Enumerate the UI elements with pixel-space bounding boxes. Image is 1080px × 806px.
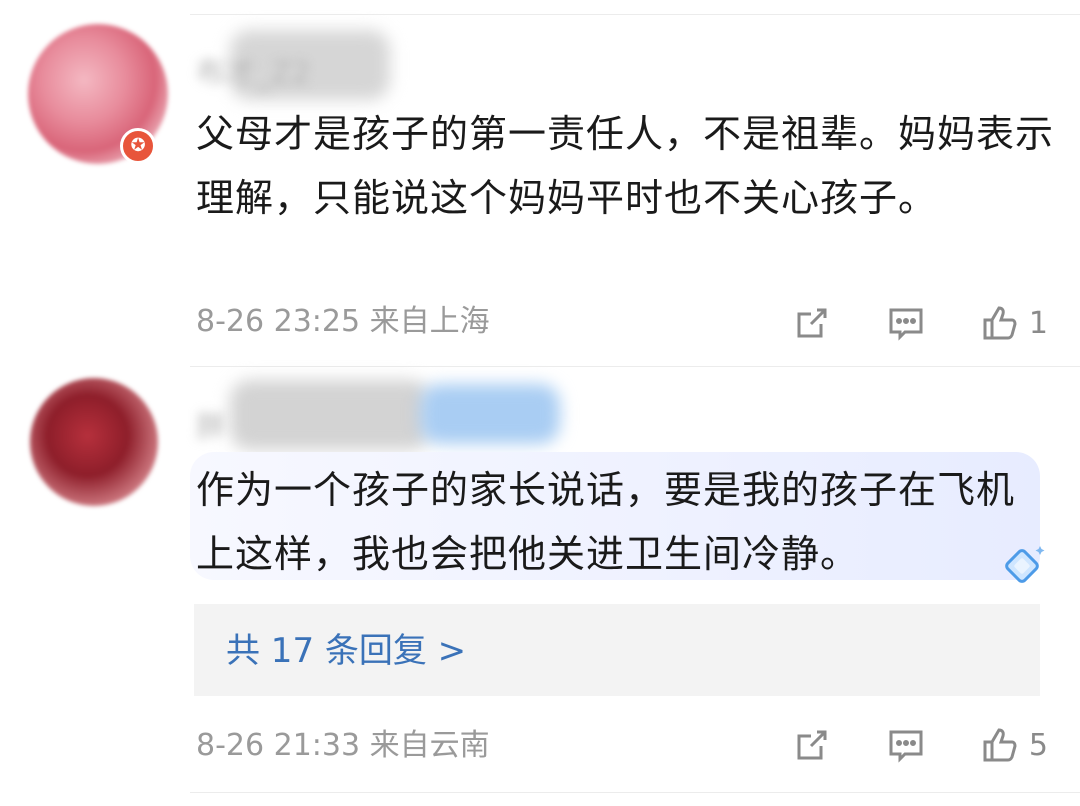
diamond-icon xyxy=(1005,546,1045,583)
comment-date: 8-26 23:25 xyxy=(196,304,361,339)
like-icon xyxy=(983,306,1017,340)
username[interactable]: 布才_Z2 xyxy=(196,48,311,92)
comment-text: 父母才是孩子的第一责任人，不是祖辈。妈妈表示理解，只能说这个妈妈平时也不关心孩子… xyxy=(196,112,1055,220)
comment-location: 来自上海 xyxy=(369,304,490,339)
divider xyxy=(190,792,1080,793)
share-icon xyxy=(797,308,827,338)
like-icon xyxy=(983,728,1017,762)
comment-button[interactable] xyxy=(885,302,927,344)
share-button[interactable] xyxy=(791,302,833,344)
comment-card: ✪ 布才_Z2 父母才是孩子的第一责任人，不是祖辈。妈妈表示理解，只能说这个妈妈… xyxy=(0,0,1080,366)
like-count: 1 xyxy=(1028,305,1048,341)
comment-text: 作为一个孩子的家长说话，要是我的孩子在飞机上这样，我也会把他关进卫生间冷静。 xyxy=(196,468,1016,576)
comment-meta: 8-26 23:25 来自上海 xyxy=(196,302,490,342)
view-replies-link[interactable]: 共 17 条回复 > xyxy=(226,626,466,676)
share-button[interactable] xyxy=(791,724,833,766)
fan-badge-blur xyxy=(420,384,560,444)
comment-meta: 8-26 21:33 来自云南 xyxy=(196,726,490,766)
comment-actions: 1 xyxy=(739,298,1048,348)
comment-button[interactable] xyxy=(885,724,927,766)
username-blur xyxy=(230,380,430,450)
badge-icon: ✪ xyxy=(120,128,156,164)
comment-date: 8-26 21:33 xyxy=(196,728,361,763)
comment-location: 来自云南 xyxy=(369,728,490,763)
comment-icon xyxy=(889,308,923,341)
like-button[interactable]: 1 xyxy=(979,302,1048,344)
like-count: 5 xyxy=(1028,727,1048,763)
avatar[interactable] xyxy=(30,378,158,506)
comment-icon xyxy=(889,730,923,763)
like-button[interactable]: 5 xyxy=(979,724,1048,766)
share-icon xyxy=(797,730,827,760)
comment-actions: 5 xyxy=(739,720,1048,770)
username[interactable]: 胖 xyxy=(196,402,226,446)
